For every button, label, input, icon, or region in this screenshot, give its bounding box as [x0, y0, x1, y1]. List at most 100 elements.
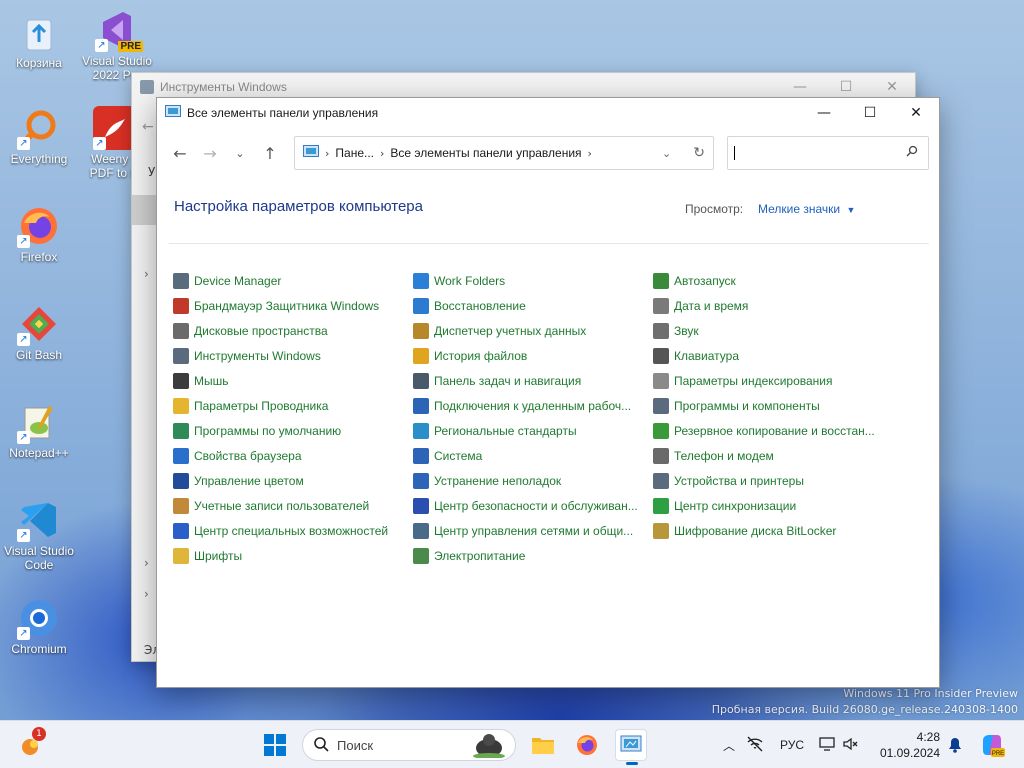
- control-panel-item[interactable]: Шифрование диска BitLocker: [653, 518, 893, 543]
- control-panel-item[interactable]: Параметры индексирования: [653, 368, 893, 393]
- control-panel-item[interactable]: Диспетчер учетных данных: [413, 318, 653, 343]
- chevron-right-icon[interactable]: ›: [144, 556, 149, 570]
- control-panel-item[interactable]: Брандмауэр Защитника Windows: [173, 293, 413, 318]
- control-panel-item[interactable]: Восстановление: [413, 293, 653, 318]
- desktop-icon-recycle-bin[interactable]: Корзина: [4, 10, 74, 70]
- control-panel-item[interactable]: Инструменты Windows: [173, 343, 413, 368]
- search-input[interactable]: [734, 146, 904, 160]
- address-bar[interactable]: › Пане... › Все элементы панели управлен…: [294, 136, 714, 170]
- control-panel-item[interactable]: Клавиатура: [653, 343, 893, 368]
- search-icon[interactable]: [906, 145, 918, 160]
- control-panel-item[interactable]: Управление цветом: [173, 468, 413, 493]
- desktop-icon-chromium[interactable]: ↗ Chromium: [4, 596, 74, 656]
- display-icon[interactable]: [814, 736, 840, 754]
- breadcrumb-chevron-icon[interactable]: ›: [588, 147, 592, 160]
- shortcut-arrow-icon: ↗: [17, 333, 30, 346]
- start-button[interactable]: [259, 729, 291, 761]
- shortcut-arrow-icon: ↗: [17, 137, 30, 150]
- maximize-button[interactable]: ☐: [847, 98, 893, 128]
- view-by-value: Мелкие значки: [758, 202, 841, 216]
- breadcrumb-control-panel[interactable]: Пане...: [335, 146, 374, 160]
- git-bash-icon: ↗: [17, 302, 61, 346]
- chevron-right-icon[interactable]: ›: [144, 267, 149, 281]
- back-icon[interactable]: ←: [142, 119, 154, 135]
- taskbar: 1 Поиск ︿ РУС 4:28 01.09.2024 PRE: [0, 720, 1024, 768]
- control-panel-item-label: Учетные записи пользователей: [194, 498, 370, 513]
- control-panel-taskbar-button[interactable]: [615, 729, 647, 765]
- control-panel-item-label: Устранение неполадок: [434, 473, 562, 488]
- refresh-icon[interactable]: ↻: [693, 145, 705, 161]
- control-panel-item[interactable]: Work Folders: [413, 268, 653, 293]
- control-panel-item[interactable]: Учетные записи пользователей: [173, 493, 413, 518]
- control-panel-item[interactable]: Дата и время: [653, 293, 893, 318]
- control-panel-item[interactable]: Устранение неполадок: [413, 468, 653, 493]
- control-panel-item[interactable]: Свойства браузера: [173, 443, 413, 468]
- control-panel-item[interactable]: Центр специальных возможностей: [173, 518, 413, 543]
- address-dropdown-icon[interactable]: ⌄: [662, 147, 671, 160]
- control-panel-item[interactable]: Центр управления сетями и общи...: [413, 518, 653, 543]
- desktop-icon-git-bash[interactable]: ↗ Git Bash: [4, 302, 74, 362]
- notification-bell-icon[interactable]: [942, 729, 968, 761]
- backup-icon: [653, 422, 669, 439]
- widgets-button[interactable]: 1: [16, 727, 48, 761]
- breadcrumb-chevron-icon[interactable]: ›: [380, 147, 384, 160]
- control-panel-item[interactable]: Программы по умолчанию: [173, 418, 413, 443]
- control-panel-item[interactable]: Устройства и принтеры: [653, 468, 893, 493]
- breadcrumb-chevron-icon[interactable]: ›: [325, 147, 329, 160]
- control-panel-item[interactable]: Подключения к удаленным рабоч...: [413, 393, 653, 418]
- notification-badge: 1: [32, 727, 46, 741]
- control-panel-item[interactable]: Параметры Проводника: [173, 393, 413, 418]
- sidebar-selected-item[interactable]: [132, 195, 157, 225]
- internet-options-icon: [173, 447, 189, 464]
- close-button[interactable]: ✕: [893, 98, 939, 128]
- control-panel-item[interactable]: Панель задач и навигация: [413, 368, 653, 393]
- control-panel-item[interactable]: Система: [413, 443, 653, 468]
- show-hidden-icons-chevron-icon[interactable]: ︿: [718, 737, 740, 754]
- security-maintenance-icon: [413, 497, 429, 514]
- control-panel-item[interactable]: Резервное копирование и восстан...: [653, 418, 893, 443]
- forward-button[interactable]: →: [195, 138, 225, 168]
- file-explorer-button[interactable]: [527, 729, 559, 761]
- control-panel-item[interactable]: Шрифты: [173, 543, 413, 568]
- control-panel-item[interactable]: Телефон и модем: [653, 443, 893, 468]
- minimize-button[interactable]: —: [801, 98, 847, 128]
- desktop-icon-everything[interactable]: ↗ Everything: [4, 106, 74, 166]
- taskbar-search[interactable]: Поиск: [302, 729, 516, 761]
- recent-locations-chevron-icon[interactable]: ⌄: [225, 138, 255, 168]
- control-panel-item[interactable]: Device Manager: [173, 268, 413, 293]
- notepadpp-icon: ↗: [17, 400, 61, 444]
- view-by-dropdown[interactable]: Мелкие значки ▼: [758, 202, 855, 216]
- control-panel-item[interactable]: Дисковые пространства: [173, 318, 413, 343]
- clock[interactable]: 4:28 01.09.2024: [876, 729, 940, 761]
- up-button[interactable]: ↑: [255, 138, 285, 168]
- control-panel-item[interactable]: Центр безопасности и обслуживан...: [413, 493, 653, 518]
- control-panel-titlebar[interactable]: Все элементы панели управления — ☐ ✕: [157, 98, 939, 128]
- network-disconnected-icon[interactable]: [740, 736, 770, 755]
- control-panel-item[interactable]: Электропитание: [413, 543, 653, 568]
- chevron-right-icon[interactable]: ›: [144, 587, 149, 601]
- volume-muted-icon[interactable]: [840, 737, 862, 754]
- user-accounts-icon: [173, 497, 189, 514]
- firefox-taskbar-button[interactable]: [571, 729, 603, 761]
- input-language-indicator[interactable]: РУС: [770, 738, 814, 752]
- programs-features-icon: [653, 397, 669, 414]
- back-button[interactable]: ←: [165, 138, 195, 168]
- control-panel-item[interactable]: Звук: [653, 318, 893, 343]
- desktop-icon-vscode[interactable]: ↗ Visual Studio Code: [4, 498, 74, 572]
- breadcrumb-all-items[interactable]: Все элементы панели управления: [390, 146, 581, 160]
- control-panel-item[interactable]: Региональные стандарты: [413, 418, 653, 443]
- copilot-icon[interactable]: PRE: [976, 729, 1008, 761]
- control-panel-item[interactable]: Программы и компоненты: [653, 393, 893, 418]
- search-box[interactable]: [727, 136, 929, 170]
- control-panel-item-label: Центр управления сетями и общи...: [434, 523, 634, 538]
- desktop-icon-visual-studio[interactable]: PRE ↗ Visual Studio 2022 Pre: [82, 8, 152, 82]
- desktop-icon-firefox[interactable]: ↗ Firefox: [4, 204, 74, 264]
- windows-tools-title: Инструменты Windows: [160, 80, 287, 94]
- control-panel-item[interactable]: Центр синхронизации: [653, 493, 893, 518]
- default-programs-icon: [173, 422, 189, 439]
- desktop-icon-notepadpp[interactable]: ↗ Notepad++: [4, 400, 74, 460]
- control-panel-item[interactable]: Мышь: [173, 368, 413, 393]
- control-panel-window[interactable]: Все элементы панели управления — ☐ ✕ ← →…: [156, 97, 940, 688]
- control-panel-item[interactable]: Автозапуск: [653, 268, 893, 293]
- control-panel-item[interactable]: История файлов: [413, 343, 653, 368]
